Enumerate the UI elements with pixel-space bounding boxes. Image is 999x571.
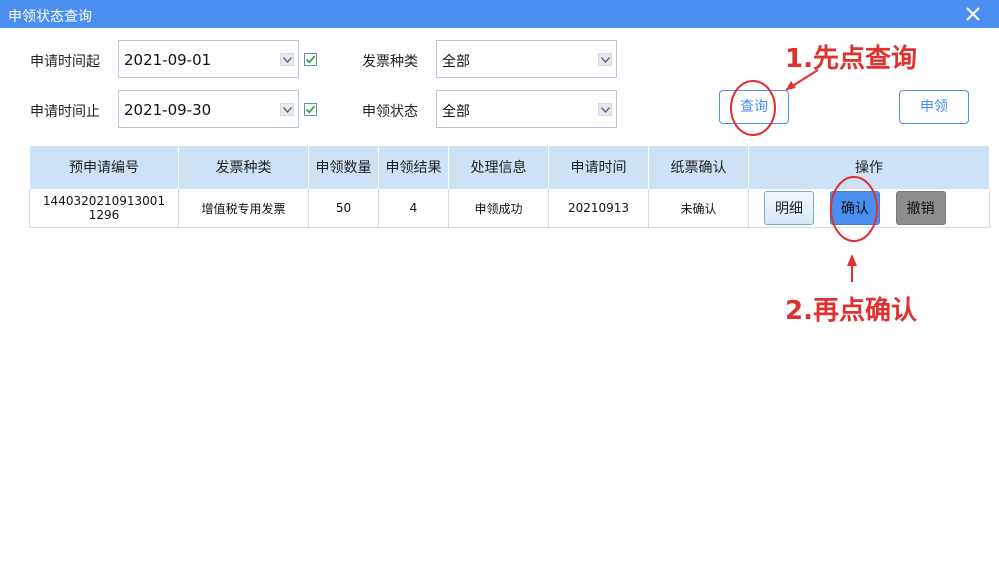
status-label: 申领状态 — [362, 104, 418, 120]
chevron-down-icon[interactable] — [598, 53, 612, 66]
window-title: 申领状态查询 — [8, 9, 92, 25]
confirm-button[interactable]: 确认 — [829, 191, 880, 225]
end-date-label: 申请时间止 — [30, 104, 100, 120]
cell-info: 申领成功 — [448, 188, 549, 228]
detail-button[interactable]: 明细 — [764, 191, 814, 225]
column-header: 操作 — [748, 145, 990, 189]
start-date-label: 申请时间起 — [30, 54, 100, 70]
chevron-down-icon[interactable] — [280, 53, 294, 66]
column-header: 预申请编号 — [29, 145, 179, 189]
step1-annotation: 1.先点查询 — [785, 44, 917, 74]
column-header: 申领结果 — [378, 145, 449, 189]
step2-arrow-head — [847, 254, 857, 266]
results-table: 预申请编号 发票种类 申领数量 申领结果 处理信息 申请时间 纸票确认 操作 1… — [29, 145, 990, 228]
column-header: 发票种类 — [178, 145, 309, 189]
cell-invoice-type: 增值税专用发票 — [178, 188, 309, 228]
start-date-checkbox[interactable] — [304, 53, 317, 66]
cell-paper-confirm: 未确认 — [648, 188, 749, 228]
table-row[interactable]: 1440320210913001 1296 增值税专用发票 50 4 申领成功 … — [29, 188, 990, 228]
chevron-down-icon[interactable] — [598, 103, 612, 116]
column-header: 纸票确认 — [648, 145, 749, 189]
table-header-row: 预申请编号 发票种类 申领数量 申领结果 处理信息 申请时间 纸票确认 操作 — [29, 145, 990, 189]
step1-arrow-head — [786, 81, 796, 90]
chevron-down-icon[interactable] — [280, 103, 294, 116]
annotation-overlay — [730, 69, 878, 282]
end-date-picker[interactable]: 2021-09-30 — [118, 90, 299, 128]
cell-quantity: 50 — [308, 188, 379, 228]
end-date-value: 2021-09-30 — [124, 101, 212, 119]
query-button[interactable]: 查询 — [719, 90, 789, 124]
apply-button[interactable]: 申领 — [899, 90, 969, 124]
end-date-checkbox[interactable] — [304, 103, 317, 116]
column-header: 申请时间 — [548, 145, 649, 189]
title-bar: 申领状态查询 — [0, 0, 999, 28]
cell-actions: 明细 确认 撤销 — [748, 188, 990, 228]
cell-application-id: 1440320210913001 1296 — [29, 188, 179, 228]
revoke-button[interactable]: 撤销 — [895, 191, 946, 225]
close-icon[interactable] — [961, 2, 985, 26]
status-value: 全部 — [442, 104, 470, 120]
start-date-value: 2021-09-01 — [124, 51, 212, 69]
cell-result: 4 — [378, 188, 449, 228]
invoice-type-select[interactable]: 全部 — [436, 40, 617, 78]
invoice-type-value: 全部 — [442, 54, 470, 70]
cell-date: 20210913 — [548, 188, 649, 228]
column-header: 处理信息 — [448, 145, 549, 189]
status-select[interactable]: 全部 — [436, 90, 617, 128]
column-header: 申领数量 — [308, 145, 379, 189]
invoice-type-label: 发票种类 — [362, 54, 418, 70]
step2-annotation: 2.再点确认 — [785, 296, 917, 326]
start-date-picker[interactable]: 2021-09-01 — [118, 40, 299, 78]
